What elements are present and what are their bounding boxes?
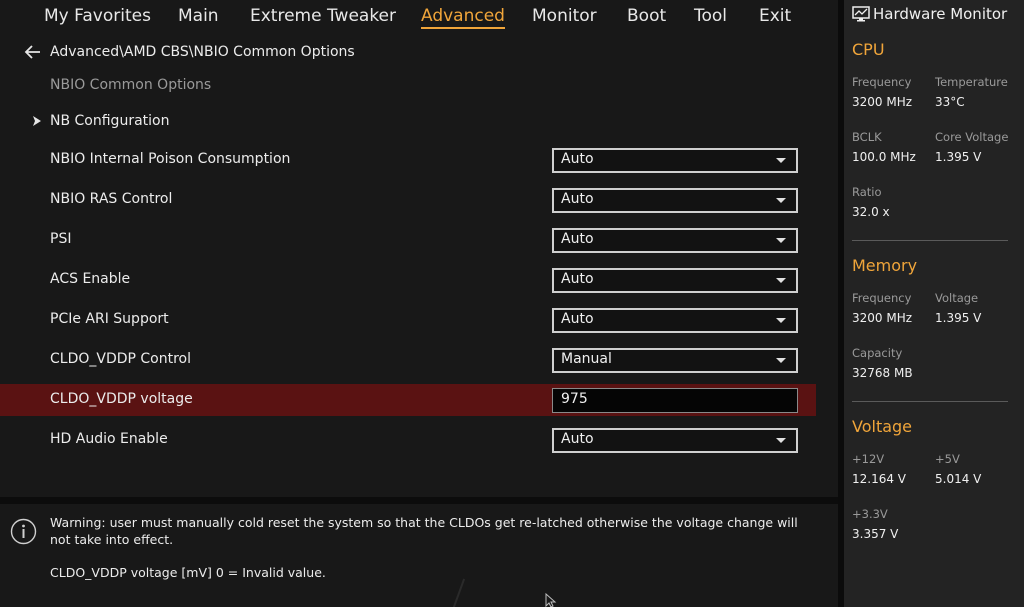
- option-label: HD Audio Enable: [50, 431, 168, 447]
- option-row-psi[interactable]: PSI Auto: [0, 224, 816, 256]
- option-row-cldo-vddp-control[interactable]: CLDO_VDDP Control Manual: [0, 344, 816, 376]
- cpu-temperature-label: Temperature: [935, 75, 1008, 89]
- dropdown-pcie-ari-support[interactable]: Auto: [552, 308, 798, 333]
- dropdown-value: Auto: [561, 431, 594, 447]
- menu-monitor[interactable]: Monitor: [532, 6, 597, 26]
- menu-main[interactable]: Main: [178, 6, 219, 26]
- dropdown-value: Auto: [561, 311, 594, 327]
- voltage-3v3-value: 3.357 V: [852, 527, 899, 541]
- voltage-5v-value: 5.014 V: [935, 472, 982, 486]
- cpu-frequency-value: 3200 MHz: [852, 95, 913, 109]
- option-row-hd-audio-enable[interactable]: HD Audio Enable Auto: [0, 424, 816, 456]
- voltage-12v-label: +12V: [852, 452, 885, 466]
- dropdown-value: Auto: [561, 231, 594, 247]
- memory-capacity-label: Capacity: [852, 346, 903, 360]
- dropdown-caret-icon: [776, 198, 786, 203]
- option-label: ACS Enable: [50, 271, 131, 287]
- menu-extreme-tweaker[interactable]: Extreme Tweaker: [250, 6, 396, 26]
- hardware-monitor-panel: Hardware Monitor CPU Frequency 3200 MHz …: [844, 0, 1024, 607]
- help-warning-text: Warning: user must manually cold reset t…: [50, 515, 798, 547]
- cpu-section-title: CPU: [852, 40, 885, 59]
- hardware-monitor-title: Hardware Monitor: [873, 5, 1008, 23]
- help-note-text: CLDO_VDDP voltage [mV] 0 = Invalid value…: [50, 565, 326, 580]
- dropdown-caret-icon: [776, 238, 786, 243]
- dropdown-caret-icon: [776, 318, 786, 323]
- option-label: CLDO_VDDP Control: [50, 351, 192, 367]
- voltage-section-title: Voltage: [852, 417, 913, 436]
- option-label: NBIO RAS Control: [50, 191, 173, 207]
- dropdown-hd-audio-enable[interactable]: Auto: [552, 428, 798, 453]
- cpu-ratio-label: Ratio: [852, 185, 882, 199]
- main-panel: Advanced\AMD CBS\NBIO Common Options NBI…: [0, 31, 838, 497]
- dropdown-psi[interactable]: Auto: [552, 228, 798, 253]
- mouse-cursor-icon: [545, 593, 557, 607]
- cpu-core-voltage-value: 1.395 V: [935, 150, 982, 164]
- menu-tool[interactable]: Tool: [694, 6, 727, 26]
- dropdown-value: Auto: [561, 271, 594, 287]
- memory-voltage-label: Voltage: [935, 291, 979, 305]
- option-row-nbio-internal-poison[interactable]: NBIO Internal Poison Consumption Auto: [0, 144, 816, 176]
- voltage-12v-value: 12.164 V: [852, 472, 907, 486]
- cpu-bclk-value: 100.0 MHz: [852, 150, 916, 164]
- cldo-vddp-voltage-input[interactable]: 975: [552, 388, 798, 413]
- dropdown-nbio-internal-poison[interactable]: Auto: [552, 148, 798, 173]
- option-row-cldo-vddp-voltage[interactable]: CLDO_VDDP voltage 975: [0, 384, 816, 416]
- cpu-bclk-label: BCLK: [852, 130, 882, 144]
- section-title: NBIO Common Options: [50, 77, 212, 93]
- memory-frequency-label: Frequency: [852, 291, 912, 305]
- cpu-ratio-value: 32.0 x: [852, 205, 890, 219]
- dropdown-caret-icon: [776, 358, 786, 363]
- option-label: PCIe ARI Support: [50, 311, 169, 327]
- menu-boot[interactable]: Boot: [627, 6, 666, 26]
- dropdown-nbio-ras-control[interactable]: Auto: [552, 188, 798, 213]
- option-label: NBIO Internal Poison Consumption: [50, 151, 291, 167]
- help-panel: Warning: user must manually cold reset t…: [0, 504, 838, 607]
- memory-capacity-value: 32768 MB: [852, 366, 913, 380]
- monitor-icon: [852, 6, 870, 22]
- section-divider: [852, 401, 1008, 402]
- info-icon: [10, 518, 37, 545]
- input-value: 975: [561, 391, 588, 407]
- dropdown-caret-icon: [776, 158, 786, 163]
- memory-frequency-value: 3200 MHz: [852, 311, 913, 325]
- chevron-right-icon: [33, 116, 41, 126]
- cpu-core-voltage-label: Core Voltage: [935, 130, 1009, 144]
- dropdown-value: Auto: [561, 191, 594, 207]
- option-label: PSI: [50, 231, 72, 247]
- option-label: CLDO_VDDP voltage: [50, 391, 193, 407]
- dropdown-value: Auto: [561, 151, 594, 167]
- back-arrow-icon[interactable]: [24, 43, 42, 61]
- dropdown-caret-icon: [776, 438, 786, 443]
- dropdown-caret-icon: [776, 278, 786, 283]
- voltage-5v-label: +5V: [935, 452, 960, 466]
- submenu-label: NB Configuration: [50, 113, 170, 129]
- breadcrumb-text: Advanced\AMD CBS\NBIO Common Options: [50, 44, 355, 60]
- memory-voltage-value: 1.395 V: [935, 311, 982, 325]
- option-row-nbio-ras-control[interactable]: NBIO RAS Control Auto: [0, 184, 816, 216]
- cpu-frequency-label: Frequency: [852, 75, 912, 89]
- voltage-3v3-label: +3.3V: [852, 507, 888, 521]
- option-row-pcie-ari-support[interactable]: PCIe ARI Support Auto: [0, 304, 816, 336]
- dropdown-acs-enable[interactable]: Auto: [552, 268, 798, 293]
- cpu-temperature-value: 33°C: [935, 95, 965, 109]
- top-menu: My Favorites Main Extreme Tweaker Advanc…: [0, 0, 838, 32]
- menu-my-favorites[interactable]: My Favorites: [44, 6, 151, 26]
- dropdown-value: Manual: [561, 351, 612, 367]
- menu-exit[interactable]: Exit: [759, 6, 791, 26]
- panel-divider: [0, 497, 838, 504]
- memory-section-title: Memory: [852, 256, 918, 275]
- menu-advanced[interactable]: Advanced: [421, 6, 505, 29]
- dropdown-cldo-vddp-control[interactable]: Manual: [552, 348, 798, 373]
- option-row-acs-enable[interactable]: ACS Enable Auto: [0, 264, 816, 296]
- section-divider: [852, 240, 1008, 241]
